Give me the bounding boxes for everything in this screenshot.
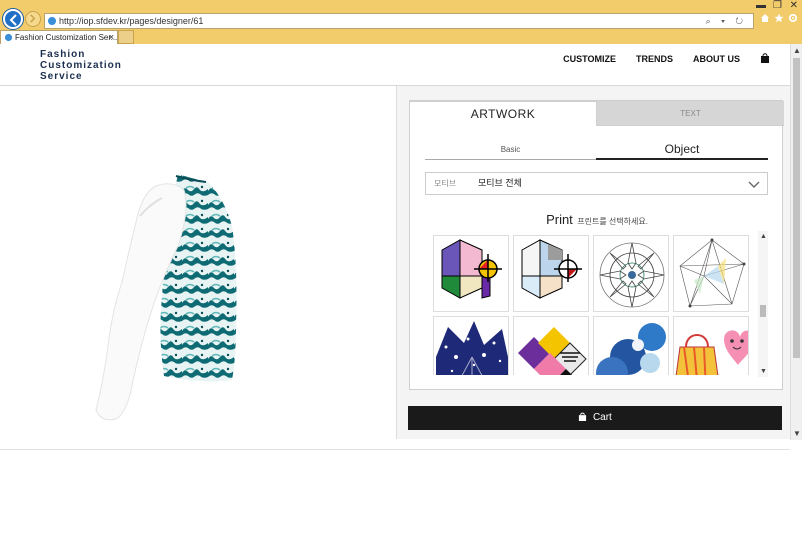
print-tile-6[interactable] <box>513 316 589 375</box>
scroll-down-icon[interactable]: ▼ <box>793 429 801 438</box>
artwork-sub-tabs: Basic Object <box>425 140 768 160</box>
page-divider <box>0 449 790 450</box>
tab-text[interactable]: TEXT <box>597 101 784 126</box>
print-subtitle: 프린트를 선택하세요. <box>577 217 648 226</box>
scroll-thumb[interactable] <box>793 58 800 358</box>
page-scrollbar[interactable]: ▲ ▼ <box>790 44 802 440</box>
print-tile-2[interactable] <box>513 235 589 312</box>
motif-label: 모티브 <box>434 179 457 188</box>
tab-close-icon[interactable]: × <box>109 31 114 44</box>
cart-button[interactable]: Cart <box>408 406 782 430</box>
garment-model-image <box>95 174 237 421</box>
grid-scroll-down-icon[interactable]: ▼ <box>760 368 767 375</box>
abstract-bubbles-print-image <box>594 317 668 375</box>
tab-title: Fashion Customization Ser... <box>15 33 118 42</box>
sub-tab-basic[interactable]: Basic <box>425 140 596 160</box>
logo-line-3: Service <box>40 71 83 82</box>
back-button[interactable] <box>3 9 23 29</box>
forward-arrow-icon <box>30 14 36 23</box>
print-tile-3[interactable] <box>593 235 669 312</box>
geometric-print-2-image <box>521 239 582 299</box>
design-panel: ARTWORK TEXT Basic Object 모티브 모티브 전체 Pri… <box>396 86 790 439</box>
heart-bag-print-image <box>675 330 748 375</box>
address-bar[interactable]: http://iop.sfdev.kr/pages/designer/61 ⌕ … <box>44 13 754 29</box>
restore-icon[interactable]: ❐ <box>773 0 782 11</box>
grid-scroll-up-icon[interactable]: ▲ <box>760 233 767 240</box>
print-grid <box>433 235 753 375</box>
logo-line-1: Fashion <box>40 49 86 60</box>
site-header: Fashion Customization Service CUSTOMIZE … <box>0 44 790 86</box>
address-url: http://iop.sfdev.kr/pages/designer/61 <box>59 16 204 26</box>
cart-bag-icon <box>579 412 587 421</box>
browser-chrome: http://iop.sfdev.kr/pages/designer/61 ⌕ … <box>0 0 802 44</box>
print-grid-scrollbar[interactable]: ▲ ▼ <box>758 231 768 377</box>
motif-select[interactable]: 모티브 모티브 전체 <box>425 172 768 195</box>
mandala-print-image <box>599 242 665 308</box>
minimize-icon[interactable]: ▬ <box>756 0 766 11</box>
menu-trends[interactable]: TRENDS <box>636 54 673 64</box>
motif-value: 모티브 전체 <box>478 178 522 188</box>
logo-line-2: Customization <box>40 60 122 71</box>
diamond-print-image <box>518 327 587 375</box>
page-favicon-icon <box>48 17 56 25</box>
browser-toolbar-icons <box>760 13 798 23</box>
back-arrow-icon <box>9 14 17 26</box>
geometric-print-1-image <box>441 239 502 299</box>
main-menu: CUSTOMIZE TRENDS ABOUT US <box>563 53 770 64</box>
print-tile-7[interactable] <box>593 316 669 375</box>
design-panel-card: ARTWORK TEXT Basic Object 모티브 모티브 전체 Pri… <box>409 100 784 390</box>
print-tile-5[interactable] <box>433 316 509 375</box>
print-tile-1[interactable] <box>433 235 509 312</box>
grid-scroll-thumb[interactable] <box>760 305 766 317</box>
menu-about-us[interactable]: ABOUT US <box>693 54 740 64</box>
sub-tab-object[interactable]: Object <box>596 140 768 160</box>
print-heading: Print 프린트를 선택하세요. <box>410 211 784 229</box>
chevron-down-icon <box>748 181 760 188</box>
home-icon[interactable] <box>760 13 770 23</box>
site-logo[interactable]: Fashion Customization Service <box>40 49 122 82</box>
star-burst-print-image <box>436 321 508 375</box>
favorites-star-icon[interactable] <box>774 13 784 23</box>
print-tile-4[interactable] <box>673 235 749 312</box>
menu-customize[interactable]: CUSTOMIZE <box>563 54 616 64</box>
tab-favicon-icon <box>4 33 13 42</box>
tab-artwork[interactable]: ARTWORK <box>409 101 597 126</box>
settings-gear-icon[interactable] <box>788 13 798 23</box>
print-tile-8[interactable] <box>673 316 749 375</box>
polyhedron-print-image <box>679 238 746 308</box>
print-title: Print <box>546 212 573 227</box>
cart-label: Cart <box>592 412 612 423</box>
browser-tab-active[interactable]: Fashion Customization Ser... × <box>0 30 118 44</box>
address-tools-icons[interactable]: ⌕ ▾ ↻ <box>706 14 747 28</box>
shopping-bag-icon[interactable] <box>760 53 770 63</box>
close-window-icon[interactable]: ✕ <box>790 0 798 11</box>
garment-preview[interactable] <box>0 86 396 450</box>
forward-button[interactable] <box>25 11 41 27</box>
scroll-up-icon[interactable]: ▲ <box>793 46 801 55</box>
new-tab-button[interactable] <box>118 30 134 44</box>
